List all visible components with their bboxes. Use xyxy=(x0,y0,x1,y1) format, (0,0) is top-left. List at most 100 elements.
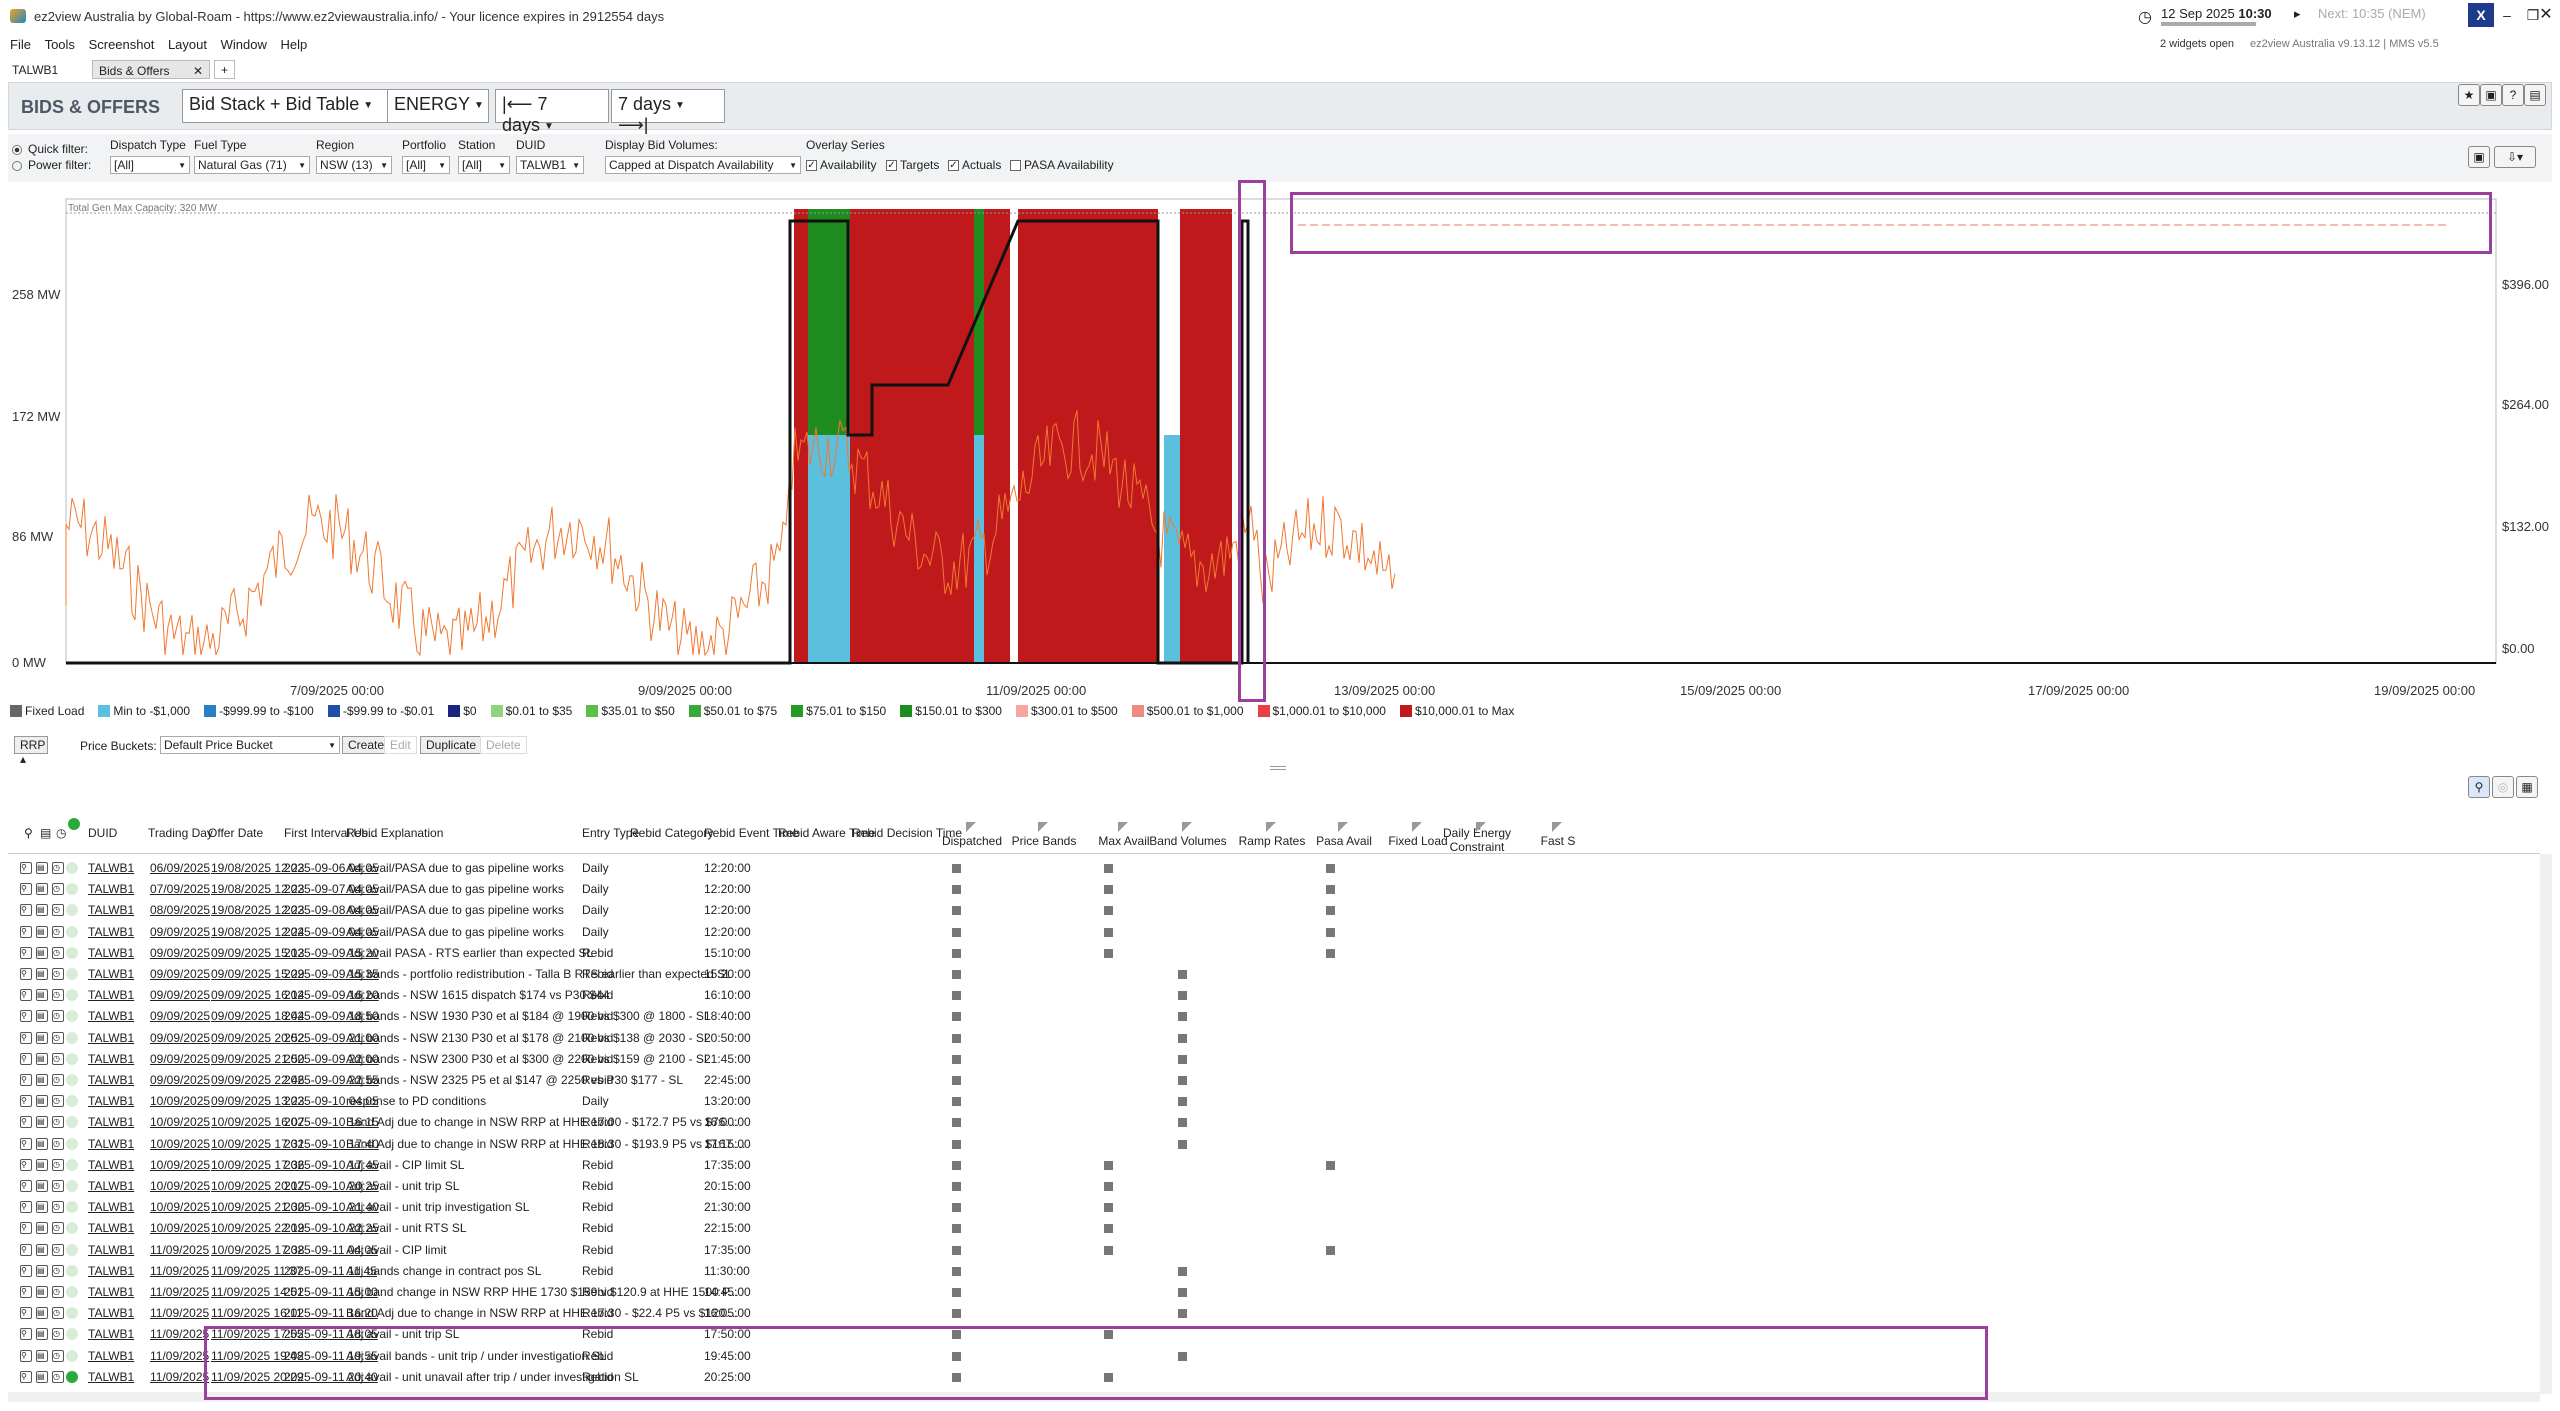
trading-day-cell[interactable]: 06/09/2025 xyxy=(150,861,210,875)
magnify-icon[interactable]: ⚲ xyxy=(20,883,32,896)
details-icon[interactable]: ▤ xyxy=(36,1010,48,1023)
details-icon[interactable]: ▤ xyxy=(36,1370,48,1383)
trading-day-cell[interactable]: 11/09/2025 xyxy=(150,1285,209,1299)
table-row[interactable]: ⚲ ▤ ◷ TALWB1 09/09/2025 19/08/2025 12:24 2025-… xyxy=(8,922,2540,943)
details-icon[interactable]: ▤ xyxy=(36,1074,48,1086)
table-row[interactable]: ⚲ ▤ ◷ TALWB1 11/09/2025 11/09/2025 16:11 2025-… xyxy=(8,1303,2540,1324)
details-icon[interactable]: ▤ xyxy=(36,1116,48,1129)
filter-toggle-icon[interactable] xyxy=(1182,822,1192,832)
column-header[interactable]: Pasa Avail xyxy=(1304,834,1384,848)
details-icon[interactable]: ▤ xyxy=(36,1158,48,1171)
magnify-icon[interactable]: ⚲ xyxy=(20,1286,32,1298)
table-row[interactable]: ⚲ ▤ ◷ TALWB1 09/09/2025 09/09/2025 18:44 2025-… xyxy=(8,1006,2540,1027)
menu-file[interactable]: File xyxy=(0,34,31,52)
table-row[interactable]: ⚲ ▤ ◷ TALWB1 07/09/2025 19/08/2025 12:23 2025-… xyxy=(8,879,2540,900)
station-select[interactable]: [All] ▼ xyxy=(458,156,510,174)
trading-day-cell[interactable]: 10/09/2025 xyxy=(150,1158,210,1172)
magnify-icon[interactable]: ⚲ xyxy=(20,1074,32,1086)
table-row[interactable]: ⚲ ▤ ◷ TALWB1 10/09/2025 10/09/2025 17:31 2025-… xyxy=(8,1134,2540,1155)
trading-day-cell[interactable]: 09/09/2025 xyxy=(150,1073,210,1087)
magnify-icon[interactable]: ⚲ xyxy=(20,1243,32,1256)
duid-cell[interactable]: TALWB1 xyxy=(88,1073,134,1087)
price-bucket-select[interactable]: Default Price Bucket ▼ xyxy=(160,736,340,754)
history-icon[interactable]: ◷ xyxy=(52,1307,64,1320)
history-icon[interactable]: ◷ xyxy=(52,968,64,980)
duid-cell[interactable]: TALWB1 xyxy=(88,1009,134,1023)
column-header[interactable]: Rebid Explanation xyxy=(346,826,443,840)
details-icon[interactable]: ▤ xyxy=(36,1349,48,1362)
magnify-icon[interactable]: ⚲ xyxy=(20,1158,32,1171)
next-button[interactable]: ▸ xyxy=(2294,6,2301,22)
trading-day-cell[interactable]: 10/09/2025 xyxy=(150,1137,210,1151)
duid-cell[interactable]: TALWB1 xyxy=(88,1200,134,1214)
market-select[interactable]: ENERGY ▼ xyxy=(387,89,489,123)
table-row[interactable]: ⚲ ▤ ◷ TALWB1 10/09/2025 10/09/2025 21:30 2025-… xyxy=(8,1197,2540,1218)
magnify-icon[interactable]: ⚲ xyxy=(20,1010,32,1023)
trading-day-cell[interactable]: 09/09/2025 xyxy=(150,946,210,960)
history-icon[interactable]: ◷ xyxy=(52,1243,64,1256)
table-row[interactable]: ⚲ ▤ ◷ TALWB1 10/09/2025 10/09/2025 16:07 2025-… xyxy=(8,1112,2540,1133)
search-icon[interactable]: ⚲ xyxy=(2468,776,2490,798)
trading-day-cell[interactable]: 10/09/2025 xyxy=(150,1200,210,1214)
details-icon[interactable]: ▤ xyxy=(36,989,48,1002)
portfolio-select[interactable]: [All] ▼ xyxy=(402,156,450,174)
table-row[interactable]: ⚲ ▤ ◷ TALWB1 09/09/2025 09/09/2025 16:14 2025-… xyxy=(8,985,2540,1006)
close-window-button[interactable]: ✕ xyxy=(2532,3,2560,27)
magnify-icon[interactable]: ⚲ xyxy=(20,1031,32,1044)
history-icon[interactable]: ◷ xyxy=(52,1095,64,1108)
table-row[interactable]: ⚲ ▤ ◷ TALWB1 11/09/2025 10/09/2025 17:38 2025-… xyxy=(8,1240,2540,1261)
comment-icon[interactable]: ▤ xyxy=(2524,84,2546,106)
history-icon[interactable]: ◷ xyxy=(52,1286,64,1298)
duid-cell[interactable]: TALWB1 xyxy=(88,1179,134,1193)
details-icon[interactable]: ▤ xyxy=(36,1328,48,1341)
history-icon[interactable]: ◷ xyxy=(52,1264,64,1277)
details-icon[interactable]: ▤ xyxy=(36,1137,48,1150)
magnify-icon[interactable]: ⚲ xyxy=(20,946,32,959)
trading-day-cell[interactable]: 11/09/2025 xyxy=(150,1327,209,1341)
details-icon[interactable]: ▤ xyxy=(36,1286,48,1298)
history-icon[interactable]: ◷ xyxy=(52,1201,64,1214)
vertical-scrollbar[interactable] xyxy=(2540,854,2552,1394)
quick-filter-radio[interactable]: Quick filter: xyxy=(12,142,88,156)
magnify-icon[interactable]: ⚲ xyxy=(20,1349,32,1362)
details-icon[interactable]: ▤ xyxy=(36,904,48,917)
table-row[interactable]: ⚲ ▤ ◷ TALWB1 09/09/2025 09/09/2025 20:52 2025-… xyxy=(8,1028,2540,1049)
duid-cell[interactable]: TALWB1 xyxy=(88,1158,134,1172)
duid-cell[interactable]: TALWB1 xyxy=(88,1243,134,1257)
magnify-icon[interactable]: ⚲ xyxy=(20,1180,32,1192)
details-icon[interactable]: ▤ xyxy=(36,883,48,896)
menu-layout[interactable]: Layout xyxy=(158,34,207,52)
magnify-icon[interactable]: ⚲ xyxy=(20,1370,32,1383)
history-icon[interactable]: ◷ xyxy=(52,1052,64,1065)
magnify-icon[interactable]: ⚲ xyxy=(20,1137,32,1150)
region-select[interactable]: NSW (13) ▼ xyxy=(316,156,392,174)
trading-day-cell[interactable]: 08/09/2025 xyxy=(150,903,210,917)
availability-checkbox[interactable]: ✓ Availability xyxy=(806,158,876,172)
close-tab-icon[interactable]: ✕ xyxy=(193,64,203,78)
duid-cell[interactable]: TALWB1 xyxy=(88,1285,134,1299)
filter-toggle-icon[interactable] xyxy=(1412,822,1422,832)
column-header[interactable]: Dispatched xyxy=(932,834,1012,848)
table-row[interactable]: ⚲ ▤ ◷ TALWB1 10/09/2025 09/09/2025 13:23 2025-… xyxy=(8,1091,2540,1112)
history-icon[interactable]: ◷ xyxy=(52,1328,64,1341)
delete-button[interactable]: Delete xyxy=(480,736,527,754)
history-icon[interactable]: ◷ xyxy=(52,1116,64,1129)
magnify-icon[interactable]: ⚲ xyxy=(20,1328,32,1341)
column-header[interactable]: Offer Date xyxy=(208,826,263,840)
history-icon[interactable]: ◷ xyxy=(52,1349,64,1362)
history-icon[interactable]: ◷ xyxy=(52,989,64,1002)
trading-day-cell[interactable]: 10/09/2025 xyxy=(150,1221,210,1235)
camera-icon[interactable]: ▣ xyxy=(2480,84,2502,106)
trading-day-cell[interactable]: 11/09/2025 xyxy=(150,1349,209,1363)
magnify-icon[interactable]: ⚲ xyxy=(20,1116,32,1129)
trading-day-cell[interactable]: 10/09/2025 xyxy=(150,1115,210,1129)
duid-cell[interactable]: TALWB1 xyxy=(88,1327,134,1341)
add-tab-button[interactable]: + xyxy=(214,60,236,79)
fuel-type-select[interactable]: Natural Gas (71) ▼ xyxy=(194,156,310,174)
column-header[interactable]: Rebid Category xyxy=(630,826,713,840)
trading-day-cell[interactable]: 09/09/2025 xyxy=(150,988,210,1002)
magnify-icon[interactable]: ⚲ xyxy=(20,904,32,917)
trading-day-cell[interactable]: 09/09/2025 xyxy=(150,1052,210,1066)
magnify-icon[interactable]: ⚲ xyxy=(20,1095,32,1108)
details-icon[interactable]: ▤ xyxy=(36,1243,48,1256)
